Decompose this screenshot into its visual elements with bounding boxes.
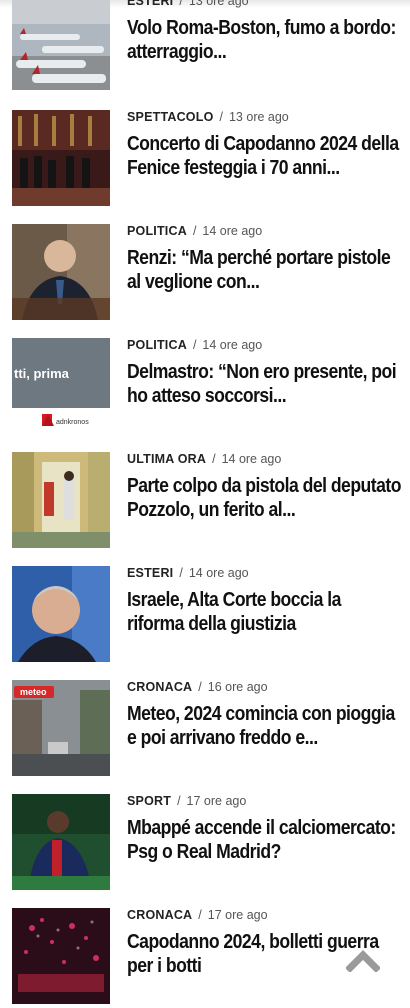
meta-separator: /	[192, 338, 197, 352]
renzi-image	[12, 224, 110, 320]
article-time: 13 ore ago	[228, 110, 289, 124]
category-link[interactable]: POLITICA	[127, 224, 187, 238]
article-thumbnail[interactable]	[12, 794, 110, 890]
rainy-street-image: meteo	[12, 680, 110, 776]
list-item[interactable]: ULTIMA ORA / 14 ore ago Parte colpo da pis…	[12, 452, 404, 552]
category-link[interactable]: ESTERI	[127, 0, 173, 8]
list-item[interactable]: SPORT / 17 ore ago Mbappé accende il calci…	[12, 794, 404, 894]
chevron-up-icon	[345, 950, 381, 973]
category-link[interactable]: CRONACA	[127, 908, 192, 922]
article-meta: SPORT / 17 ore ago	[127, 794, 246, 808]
mbappe-image	[12, 794, 110, 890]
category-link[interactable]: CRONACA	[127, 680, 192, 694]
adnkronos-logo-text: adnkronos	[56, 419, 89, 426]
article-time: 14 ore ago	[188, 566, 249, 580]
category-link[interactable]: POLITICA	[127, 338, 187, 352]
article-meta: ULTIMA ORA / 14 ore ago	[127, 452, 281, 466]
article-time: 17 ore ago	[207, 908, 268, 922]
fireworks-image	[12, 908, 110, 1004]
article-thumbnail[interactable]: adnkronos tti, prima	[12, 338, 110, 434]
article-meta: CRONACA / 16 ore ago	[127, 680, 268, 694]
article-title[interactable]: Parte colpo da pistola del deputato Pozz…	[127, 474, 402, 522]
scroll-to-top-button[interactable]	[345, 948, 381, 973]
article-thumbnail[interactable]: meteo	[12, 680, 110, 776]
article-time: 17 ore ago	[186, 794, 247, 808]
article-title[interactable]: Mbappé accende il calciomercato: Psg o R…	[127, 816, 402, 864]
list-item[interactable]: adnkronos tti, prima POLITICA / 14 ore ago…	[12, 338, 404, 438]
article-meta: ESTERI / 13 ore ago	[127, 0, 249, 8]
meta-separator: /	[198, 908, 202, 922]
article-title[interactable]: Delmastro: “Non ero presente, poi ho att…	[127, 360, 402, 408]
article-time: 14 ore ago	[202, 338, 263, 352]
article-title[interactable]: Renzi: “Ma perché portare pistole al veg…	[127, 246, 402, 294]
adnkronos-image: adnkronos tti, prima	[12, 338, 110, 434]
article-meta: ESTERI / 14 ore ago	[127, 566, 249, 580]
article-time: 14 ore ago	[221, 452, 282, 466]
category-link[interactable]: SPETTACOLO	[127, 110, 214, 124]
category-link[interactable]: ESTERI	[127, 566, 173, 580]
hospital-corridor-image	[12, 452, 110, 548]
netanyahu-image	[12, 566, 110, 662]
article-time: 13 ore ago	[188, 0, 249, 8]
article-thumbnail[interactable]	[12, 908, 110, 1004]
concert-image	[12, 110, 110, 206]
article-thumbnail[interactable]	[12, 566, 110, 662]
article-meta: POLITICA / 14 ore ago	[127, 224, 262, 238]
meta-separator: /	[179, 566, 183, 580]
article-meta: POLITICA / 14 ore ago	[127, 338, 262, 352]
article-thumbnail[interactable]	[12, 0, 110, 90]
airplanes-image	[12, 0, 110, 90]
article-time: 16 ore ago	[207, 680, 268, 694]
article-thumbnail[interactable]	[12, 452, 110, 548]
article-title[interactable]: Concerto di Capodanno 2024 della Fenice …	[127, 132, 402, 180]
article-title[interactable]: Volo Roma-Boston, fumo a bordo: atterrag…	[127, 16, 402, 64]
meta-separator: /	[192, 224, 197, 238]
meta-separator: /	[177, 794, 181, 808]
list-item[interactable]: SPETTACOLO / 13 ore ago Concerto di Capoda…	[12, 110, 404, 210]
category-link[interactable]: ULTIMA ORA	[127, 452, 206, 466]
article-time: 14 ore ago	[202, 224, 263, 238]
article-title[interactable]: Meteo, 2024 comincia con pioggia e poi a…	[127, 702, 402, 750]
list-item[interactable]: ESTERI / 14 ore ago Israele, Alta Corte bo…	[12, 566, 404, 666]
meta-separator: /	[179, 0, 183, 8]
meta-separator: /	[219, 110, 223, 124]
list-item[interactable]: ESTERI / 13 ore ago Volo Roma-Boston, fumo…	[12, 0, 404, 94]
meta-separator: /	[198, 680, 202, 694]
list-item[interactable]: POLITICA / 14 ore ago Renzi: “Ma perché po…	[12, 224, 404, 324]
list-item[interactable]: meteo CRONACA / 16 ore ago Meteo, 2024 com…	[12, 680, 404, 780]
article-thumbnail[interactable]	[12, 224, 110, 320]
article-meta: SPETTACOLO / 13 ore ago	[127, 110, 289, 124]
thumb-caption: tti, prima	[14, 366, 70, 381]
article-meta: CRONACA / 17 ore ago	[127, 908, 268, 922]
article-thumbnail[interactable]	[12, 110, 110, 206]
category-link[interactable]: SPORT	[127, 794, 171, 808]
article-title[interactable]: Israele, Alta Corte boccia la riforma de…	[127, 588, 402, 636]
meteo-badge: meteo	[20, 687, 47, 697]
meta-separator: /	[212, 452, 216, 466]
